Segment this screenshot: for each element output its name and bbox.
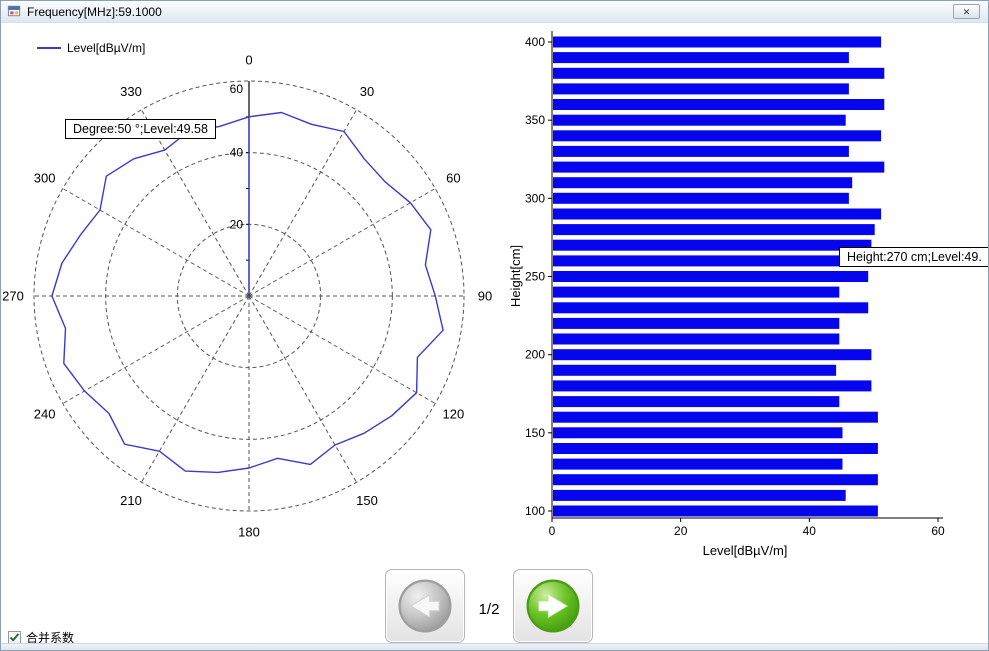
svg-text:270: 270 [2,289,24,304]
svg-text:200: 200 [525,348,545,362]
svg-text:300: 300 [525,191,545,205]
close-icon: ✕ [963,7,971,17]
svg-text:100: 100 [525,504,545,518]
svg-text:60: 60 [931,524,945,538]
app-icon [7,4,22,19]
svg-text:180: 180 [238,525,260,540]
svg-text:60: 60 [230,82,244,96]
svg-text:300: 300 [34,171,56,186]
svg-text:240: 240 [34,407,56,422]
arrow-left-icon [395,576,455,636]
svg-text:40: 40 [230,146,244,160]
window-title: Frequency[MHz]:59.1000 [27,1,162,23]
svg-text:120: 120 [443,407,465,422]
window-bottom-strip [1,643,988,650]
checkbox-check-icon [9,632,20,643]
polar-tooltip: Degree:50 °;Level:49.58 [65,119,216,139]
bar-tooltip: Height:270 cm;Level:49. [839,247,989,267]
svg-text:30: 30 [360,84,374,99]
svg-text:210: 210 [120,493,142,508]
svg-text:0: 0 [245,53,252,68]
svg-text:150: 150 [356,493,378,508]
svg-text:0: 0 [549,524,556,538]
page-indicator: 1/2 [465,601,513,618]
bar-chart-xlabel: Level[dBµV/m] [703,543,788,558]
svg-text:20: 20 [674,524,688,538]
title-bar: Frequency[MHz]:59.1000 ✕ [1,1,988,23]
svg-text:330: 330 [120,84,142,99]
app-window: Frequency[MHz]:59.1000 ✕ Level[dBµV/m] 0… [0,0,989,651]
svg-text:250: 250 [525,270,545,284]
svg-text:60: 60 [446,171,460,186]
svg-text:350: 350 [525,113,545,127]
svg-text:40: 40 [803,524,817,538]
next-page-button[interactable] [513,569,593,643]
polar-chart[interactable]: 0 30 60 90 120 150 180 210 240 270 300 330 20 40 60 [1,23,506,568]
bar-chart[interactable]: Height[cm] Level[dBµV/m] 100150200250300… [506,23,989,568]
svg-text:150: 150 [525,426,545,440]
svg-text:400: 400 [525,35,545,49]
svg-text:20: 20 [230,217,244,231]
arrow-right-icon [523,576,583,636]
svg-text:90: 90 [478,289,492,304]
bar-chart-ylabel: Height[cm] [508,245,523,307]
prev-page-button[interactable] [385,569,465,643]
close-button[interactable]: ✕ [953,4,980,19]
